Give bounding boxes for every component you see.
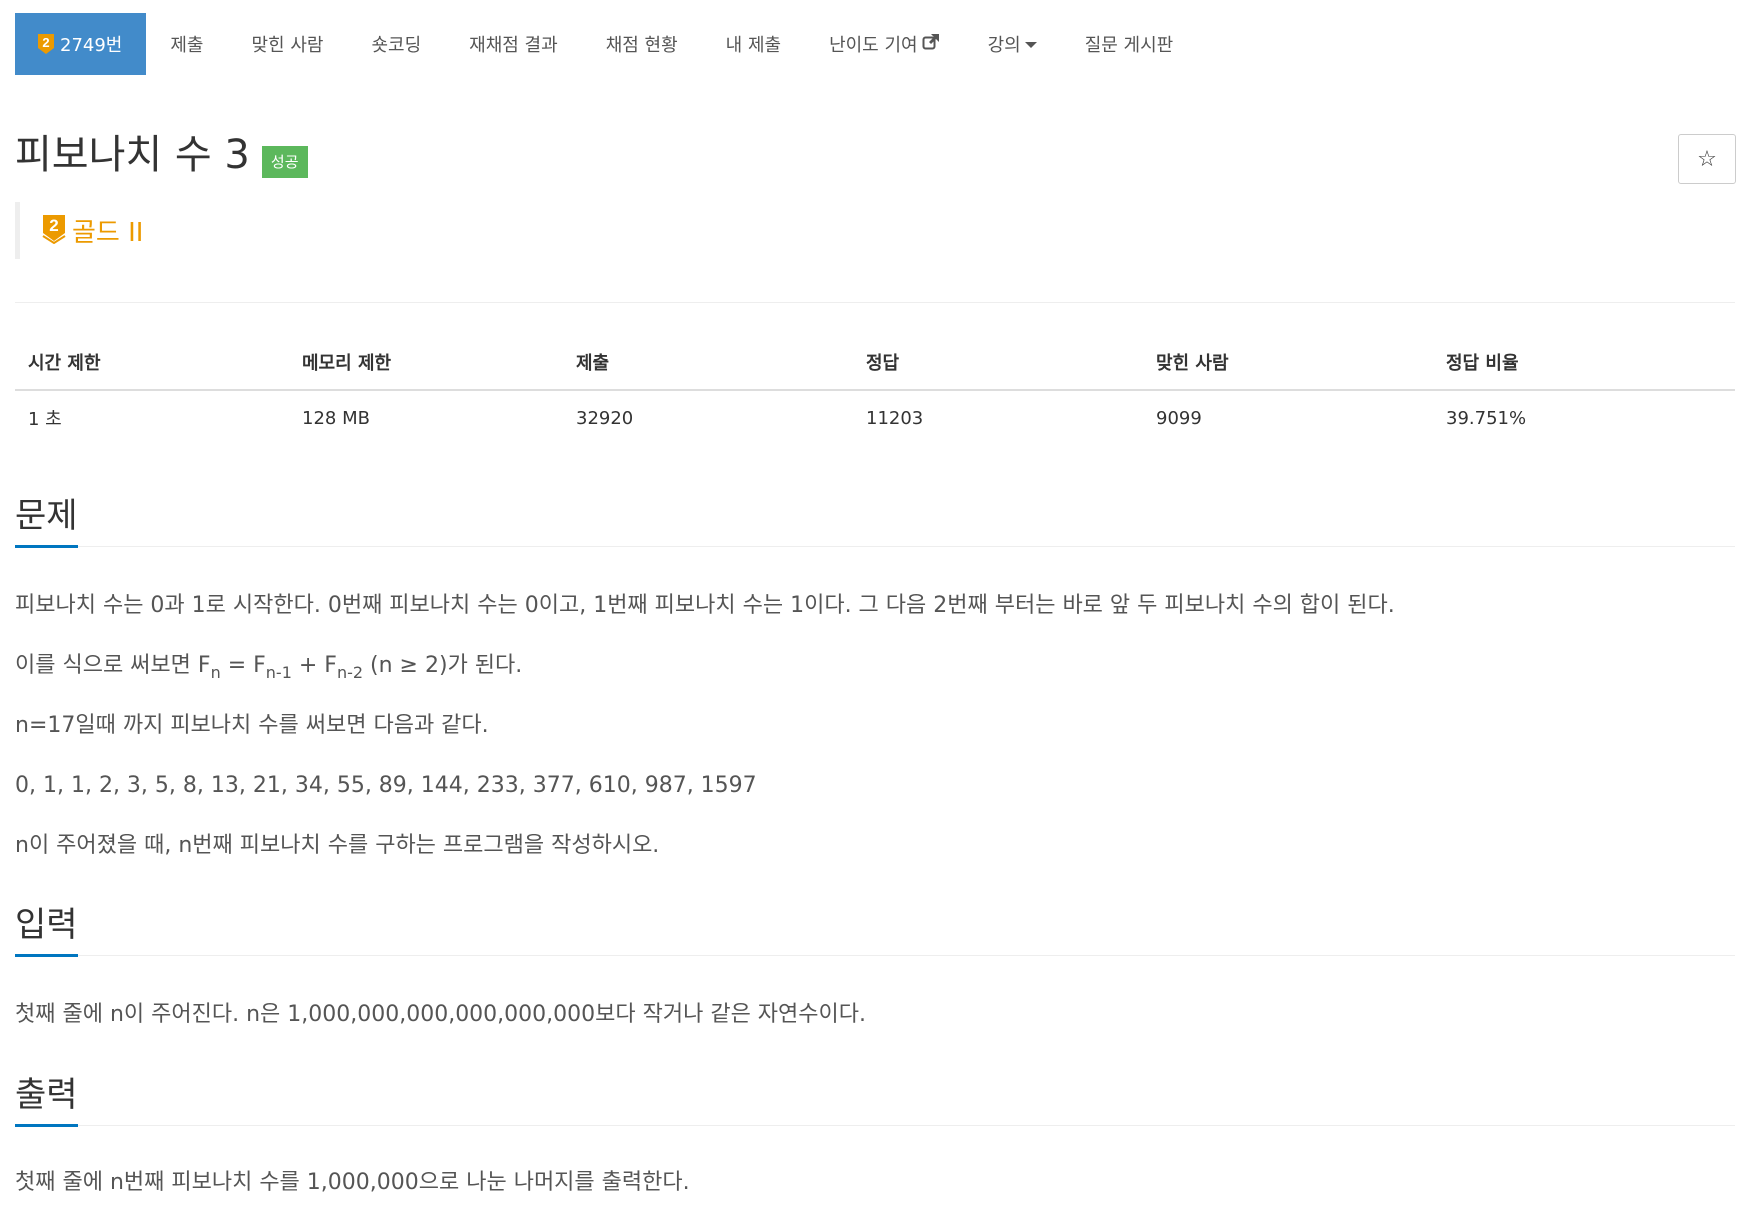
caret-down-icon bbox=[1024, 42, 1037, 48]
formula-text: + F bbox=[291, 653, 337, 678]
cell-solved-users: 9099 bbox=[1156, 407, 1202, 429]
header-accept-ratio: 정답 비율 bbox=[1433, 335, 1735, 391]
formula-subscript: n-2 bbox=[336, 663, 364, 682]
output-paragraph: 첫째 줄에 n번째 피보나치 수를 1,000,000으로 나눈 나머지를 출력… bbox=[15, 1170, 690, 1195]
tier-label: 골드 II bbox=[72, 218, 144, 248]
problem-paragraph: n=17일때 까지 피보나치 수를 써보면 다음과 같다. bbox=[15, 713, 489, 738]
header-accepted: 정답 bbox=[853, 335, 1143, 391]
problem-info-table: 시간 제한 메모리 제한 제출 정답 맞힌 사람 정답 비율 1 초 128 M… bbox=[15, 335, 1735, 445]
nav-item-label: 숏코딩 bbox=[371, 35, 422, 56]
nav-item-my-submissions[interactable]: 내 제출 bbox=[702, 13, 805, 75]
cell-accept-ratio: 39.751% bbox=[1446, 407, 1527, 429]
nav-item-solved-users[interactable]: 맞힌 사람 bbox=[228, 13, 348, 75]
nav-item-short-coding[interactable]: 숏코딩 bbox=[347, 13, 445, 75]
problem-nav: 2 2749번 제출 맞힌 사람 숏코딩 재채점 결과 채점 현황 내 제출 난… bbox=[15, 13, 1197, 75]
nav-item-submit[interactable]: 제출 bbox=[146, 13, 227, 75]
nav-item-lectures[interactable]: 강의 bbox=[964, 13, 1061, 75]
header-memory-limit: 메모리 제한 bbox=[289, 335, 563, 391]
formula-text: 이를 식으로 써보면 F bbox=[15, 653, 211, 678]
table-header-row: 시간 제한 메모리 제한 제출 정답 맞힌 사람 정답 비율 bbox=[15, 335, 1735, 391]
tier-badge-icon: 2 bbox=[37, 33, 55, 55]
svg-text:2: 2 bbox=[49, 216, 58, 235]
nav-item-label: 재채점 결과 bbox=[469, 35, 558, 56]
header-submissions: 제출 bbox=[563, 335, 853, 391]
problem-paragraph-formula: 이를 식으로 써보면 Fn = Fn-1 + Fn-2 (n ≥ 2)가 된다. bbox=[15, 651, 522, 688]
formula-text: (n ≥ 2)가 된다. bbox=[363, 653, 523, 678]
cell-submissions: 32920 bbox=[576, 407, 634, 429]
problem-paragraph: 0, 1, 1, 2, 3, 5, 8, 13, 21, 34, 55, 89,… bbox=[15, 773, 757, 798]
nav-item-difficulty-contribution[interactable]: 난이도 기여 bbox=[805, 13, 964, 75]
tier-badge-icon: 2 bbox=[42, 214, 66, 248]
formula-subscript: n bbox=[210, 663, 221, 682]
header-solved-users: 맞힌 사람 bbox=[1143, 335, 1433, 391]
section-heading: 출력 bbox=[15, 1074, 78, 1127]
nav-item-rejudge-results[interactable]: 재채점 결과 bbox=[445, 13, 582, 75]
table-row: 1 초 128 MB 32920 11203 9099 39.751% bbox=[15, 390, 1735, 445]
nav-item-label: 강의 bbox=[987, 35, 1021, 56]
status-badge: 성공 bbox=[261, 146, 308, 178]
nav-item-label: 맞힌 사람 bbox=[251, 35, 324, 56]
problem-paragraph: n이 주어졌을 때, n번째 피보나치 수를 구하는 프로그램을 작성하시오. bbox=[15, 833, 660, 858]
section-heading: 입력 bbox=[15, 904, 78, 957]
problem-title: 피보나치 수 3 bbox=[15, 132, 250, 178]
svg-text:2: 2 bbox=[42, 35, 49, 50]
cell-memory-limit: 128 MB bbox=[302, 407, 370, 429]
nav-item-qna-board[interactable]: 질문 게시판 bbox=[1061, 13, 1198, 75]
divider bbox=[15, 302, 1735, 303]
header-time-limit: 시간 제한 bbox=[15, 335, 289, 391]
problem-section-header: 문제 bbox=[15, 484, 1735, 548]
problem-page: 2 2749번 제출 맞힌 사람 숏코딩 재채점 결과 채점 현황 내 제출 난… bbox=[0, 0, 1750, 1210]
input-paragraph: 첫째 줄에 n이 주어진다. n은 1,000,000,000,000,000,… bbox=[15, 1002, 867, 1027]
cell-accepted: 11203 bbox=[866, 407, 924, 429]
cell-time-limit: 1 초 bbox=[28, 409, 62, 430]
nav-item-label: 내 제출 bbox=[725, 35, 782, 56]
nav-item-label: 채점 현황 bbox=[605, 35, 678, 56]
section-heading: 문제 bbox=[15, 495, 78, 548]
nav-item-label: 난이도 기여 bbox=[829, 35, 918, 56]
star-button[interactable]: ☆ bbox=[1678, 134, 1736, 184]
nav-item-label: 제출 bbox=[170, 35, 204, 56]
formula-subscript: n-1 bbox=[265, 663, 292, 682]
problem-tier: 2 골드 II bbox=[15, 202, 143, 259]
nav-item-judge-status[interactable]: 채점 현황 bbox=[582, 13, 702, 75]
nav-item-problem[interactable]: 2 2749번 bbox=[15, 13, 147, 75]
star-icon: ☆ bbox=[1697, 146, 1717, 172]
nav-item-label: 2749번 bbox=[60, 35, 123, 56]
problem-paragraph: 피보나치 수는 0과 1로 시작한다. 0번째 피보나치 수는 0이고, 1번째… bbox=[15, 593, 1395, 618]
nav-item-label: 질문 게시판 bbox=[1084, 35, 1174, 56]
output-section-header: 출력 bbox=[15, 1063, 1735, 1127]
formula-text: = F bbox=[220, 653, 266, 678]
input-section-header: 입력 bbox=[15, 893, 1735, 957]
external-link-icon bbox=[922, 33, 940, 56]
problem-title-row: 피보나치 수 3 성공 bbox=[15, 130, 308, 180]
